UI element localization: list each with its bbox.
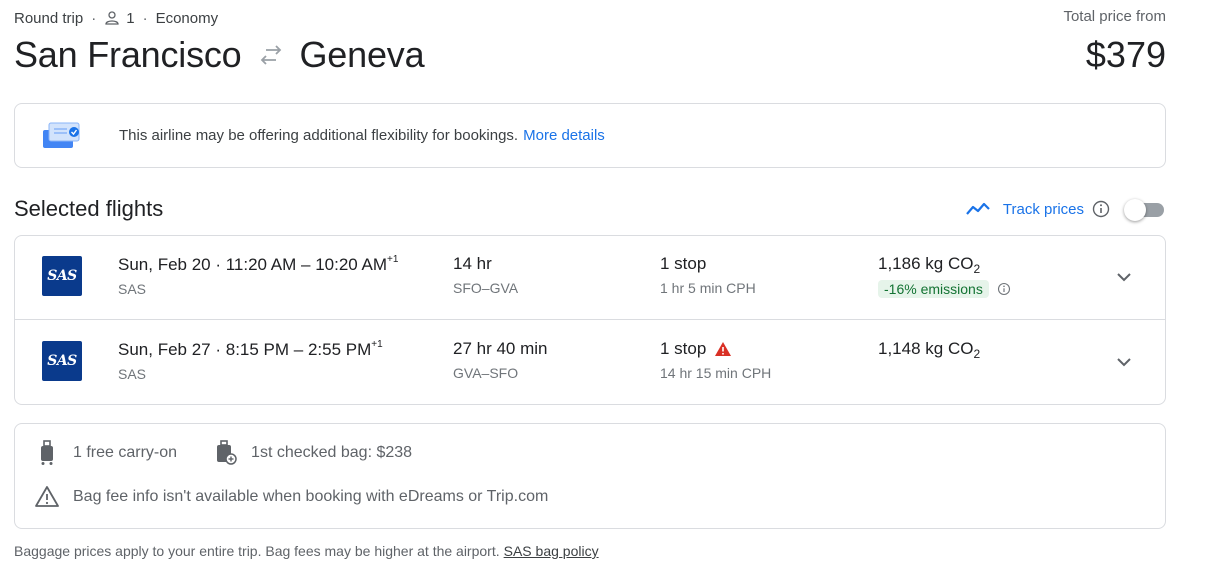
more-details-link[interactable]: More details — [523, 127, 605, 144]
trip-type[interactable]: Round trip — [14, 10, 83, 27]
airline-name: SAS — [118, 366, 147, 382]
trip-meta: Round trip · 1 · Economy — [14, 8, 1166, 28]
flight-time-range: 8:15 PM – 2:55 PM — [225, 340, 372, 359]
flight-times: Sun, Feb 27 · 8:15 PM – 2:55 PM+1 SAS — [118, 339, 383, 382]
day-offset: +1 — [371, 339, 383, 350]
flight-date: Sun, Feb 27 — [118, 340, 211, 359]
trip-header: Round trip · 1 · Economy San Francisco G… — [14, 8, 1166, 78]
notice-text: This airline may be offering additional … — [119, 127, 519, 144]
checked-bag-text: 1st checked bag: $238 — [251, 444, 413, 461]
cabin-class[interactable]: Economy — [156, 10, 219, 27]
ticket-icon — [43, 122, 80, 148]
route-title: San Francisco Geneva — [14, 34, 1166, 76]
track-prices: Track prices — [965, 199, 1166, 221]
co2-subscript: 2 — [973, 347, 981, 361]
duration-value: 14 hr — [453, 254, 492, 273]
flight-time-range: 11:20 AM – 10:20 AM — [225, 255, 388, 274]
carry-on-bag-icon — [41, 440, 53, 465]
layover-info: 14 hr 15 min CPH — [660, 365, 772, 381]
bag-warning-text: Bag fee info isn't available when bookin… — [73, 488, 549, 505]
price-label: Total price from — [1063, 8, 1166, 25]
co2-value: 1,148 kg CO — [878, 339, 974, 358]
swap-arrows-icon — [260, 45, 281, 65]
flight-stops: 1 stop 14 hr 15 min CPH — [660, 339, 771, 381]
total-price: $379 — [1085, 34, 1166, 75]
warning-icon[interactable] — [714, 341, 732, 357]
baggage-warning: Bag fee info isn't available when bookin… — [35, 484, 548, 510]
info-icon[interactable] — [1092, 200, 1110, 218]
info-icon[interactable] — [997, 282, 1011, 296]
price-block: Total price from $379 — [1063, 8, 1166, 76]
co2-value: 1,186 kg CO — [878, 254, 974, 273]
person-icon — [105, 11, 119, 25]
layover-info: 1 hr 5 min CPH — [660, 280, 756, 296]
selected-flights-list: SAS Sun, Feb 20 · 11:20 AM – 10:20 AM+1 … — [14, 235, 1166, 405]
flexibility-notice: This airline may be offering additional … — [14, 103, 1166, 168]
sas-logo: SAS — [42, 341, 82, 381]
selected-flights-header: Selected flights Track prices — [14, 194, 1166, 224]
day-offset: +1 — [387, 254, 399, 265]
airline-logo-text: SAS — [47, 353, 77, 369]
sas-logo: SAS — [42, 256, 82, 296]
track-prices-label[interactable]: Track prices — [1003, 201, 1084, 218]
emissions-badge: -16% emissions — [878, 280, 989, 298]
flight-date: Sun, Feb 20 — [118, 255, 211, 274]
flight-duration: 27 hr 40 min GVA–SFO — [453, 339, 548, 381]
footnote-text: Baggage prices apply to your entire trip… — [14, 543, 500, 559]
co2-subscript: 2 — [973, 262, 981, 276]
notice-text-wrap: This airline may be offering additional … — [119, 127, 605, 144]
duration-value: 27 hr 40 min — [453, 339, 548, 358]
flight-duration: 14 hr SFO–GVA — [453, 254, 518, 296]
flight-row-outbound[interactable]: SAS Sun, Feb 20 · 11:20 AM – 10:20 AM+1 … — [15, 236, 1165, 320]
baggage-info: 1 free carry-on 1st checked bag: $238 Ba… — [14, 423, 1166, 529]
flight-emissions: 1,186 kg CO2 -16% emissions — [878, 254, 1011, 298]
track-prices-toggle[interactable] — [1124, 199, 1166, 221]
airline-name: SAS — [118, 281, 147, 297]
flight-stops: 1 stop 1 hr 5 min CPH — [660, 254, 756, 296]
separator-dot: · — [91, 9, 97, 27]
stops-value: 1 stop — [660, 339, 707, 358]
route-codes: SFO–GVA — [453, 280, 519, 296]
airline-logo-text: SAS — [47, 268, 77, 284]
checked-bag-icon — [217, 440, 237, 465]
route-codes: GVA–SFO — [453, 365, 519, 381]
carry-on-text: 1 free carry-on — [73, 444, 178, 461]
warning-outline-icon — [35, 486, 59, 507]
destination-city: Geneva — [299, 34, 425, 75]
emissions-row: -16% emissions — [878, 280, 1011, 298]
chevron-down-icon[interactable] — [1115, 353, 1133, 371]
baggage-footnote: Baggage prices apply to your entire trip… — [14, 543, 599, 559]
flight-times: Sun, Feb 20 · 11:20 AM – 10:20 AM+1 SAS — [118, 254, 399, 297]
separator-dot: · — [142, 9, 148, 27]
trend-line-icon — [966, 202, 990, 215]
section-title: Selected flights — [14, 196, 164, 221]
origin-city: San Francisco — [14, 34, 242, 75]
baggage-allowances: 1 free carry-on 1st checked bag: $238 — [35, 440, 412, 466]
flight-emissions: 1,148 kg CO2 — [878, 339, 980, 361]
flight-row-return[interactable]: SAS Sun, Feb 27 · 8:15 PM – 2:55 PM+1 SA… — [15, 321, 1165, 405]
stops-value: 1 stop — [660, 254, 707, 273]
passenger-count[interactable]: 1 — [126, 10, 134, 27]
chevron-down-icon[interactable] — [1115, 268, 1133, 286]
toggle-knob — [1124, 199, 1146, 221]
bag-policy-link[interactable]: SAS bag policy — [504, 543, 599, 559]
